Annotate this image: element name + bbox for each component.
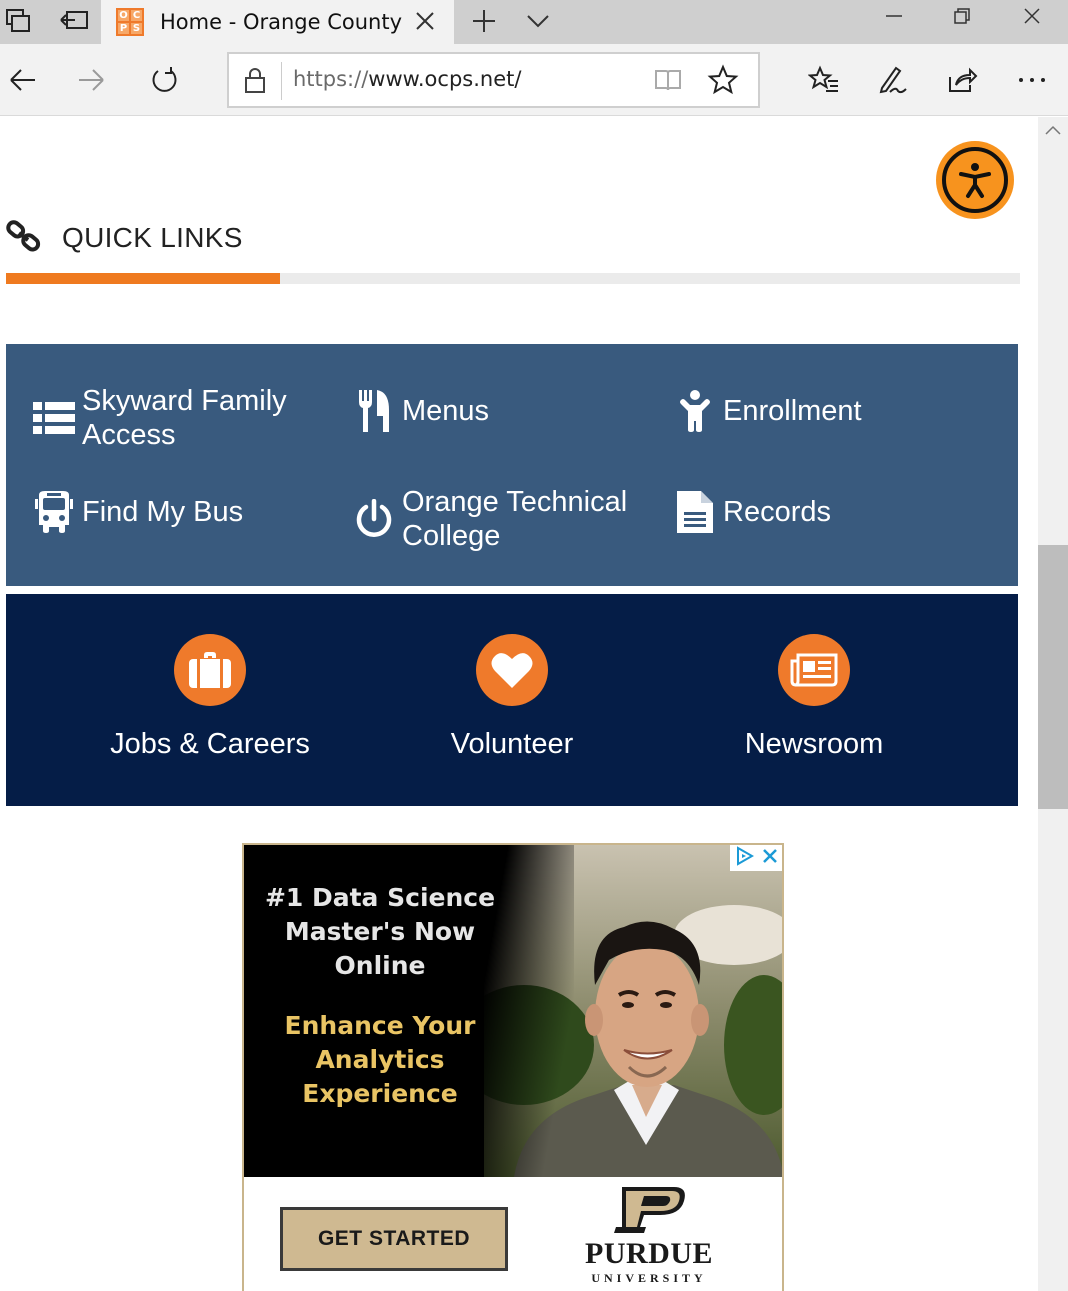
- quick-links-panel: Skyward Family Access Menus Enrollment F…: [6, 344, 1018, 586]
- chain-link-icon: [6, 218, 42, 259]
- close-tab-icon[interactable]: [412, 8, 438, 34]
- reading-view-icon[interactable]: [653, 66, 683, 94]
- quick-links-title: QUICK LINKS: [62, 222, 243, 253]
- promo-jobs-careers[interactable]: Jobs & Careers: [60, 634, 360, 761]
- tab-title: Home - Orange County: [160, 10, 403, 34]
- active-tab[interactable]: OC PS Home - Orange County: [101, 0, 454, 44]
- quick-link-label: Enrollment: [723, 395, 862, 427]
- accessibility-icon: [942, 147, 1008, 213]
- briefcase-icon: [174, 634, 246, 706]
- purdue-wordmark: PURDUE: [585, 1237, 713, 1270]
- purdue-logo: PURDUE UNIVERSITY: [578, 1187, 728, 1285]
- quick-link-menus[interactable]: Menus: [352, 388, 642, 434]
- child-icon: [673, 388, 717, 434]
- favorites-hub-icon[interactable]: [804, 60, 844, 100]
- url-text[interactable]: https://www.ocps.net/: [293, 67, 521, 91]
- promo-panel: Jobs & Careers Volunteer Newsroom: [6, 594, 1018, 806]
- adchoices-play-icon[interactable]: [734, 845, 754, 871]
- favorite-star-icon[interactable]: [707, 64, 739, 96]
- minimize-icon[interactable]: [860, 0, 928, 32]
- tab-preview-chevron-icon[interactable]: [520, 6, 556, 36]
- scroll-up-arrow-icon[interactable]: [1044, 123, 1062, 137]
- more-options-icon[interactable]: [1012, 60, 1052, 100]
- quick-link-label: Find My Bus: [82, 496, 244, 528]
- quick-link-label: Menus: [402, 395, 490, 427]
- web-note-pen-icon[interactable]: [872, 60, 912, 100]
- ad-headline: #1 Data Science Master's Now Online: [264, 883, 496, 980]
- back-arrow-icon[interactable]: [0, 60, 44, 100]
- quick-links-underline: [6, 273, 1020, 284]
- purdue-advertisement[interactable]: #1 Data Science Master's Now Online Enha…: [242, 843, 784, 1291]
- quick-links-progress-fill: [6, 273, 280, 284]
- page-content: QUICK LINKS Skyward Family Access Menus …: [0, 117, 1038, 1291]
- new-tab-icon[interactable]: [466, 6, 502, 36]
- quick-link-skyward[interactable]: Skyward Family Access: [32, 384, 322, 452]
- page-scrollbar[interactable]: [1038, 117, 1068, 1291]
- promo-newsroom[interactable]: Newsroom: [664, 634, 964, 761]
- quick-links-heading: QUICK LINKS: [6, 217, 243, 259]
- bus-icon: [32, 489, 76, 535]
- promo-volunteer[interactable]: Volunteer: [362, 634, 662, 761]
- refresh-icon[interactable]: [142, 60, 186, 100]
- quick-link-orange-technical-college[interactable]: Orange Technical College: [352, 485, 642, 553]
- restore-icon[interactable]: [928, 0, 996, 32]
- list-icon: [32, 395, 76, 441]
- utensils-icon: [352, 388, 396, 434]
- set-tabs-aside-icon[interactable]: [56, 6, 92, 36]
- document-icon: [673, 489, 717, 535]
- ocps-favicon-icon: OC PS: [116, 8, 144, 36]
- promo-label: Jobs & Careers: [110, 728, 310, 760]
- lock-icon[interactable]: [243, 66, 267, 94]
- ad-choices[interactable]: [730, 845, 782, 871]
- address-bar[interactable]: https://www.ocps.net/: [227, 52, 760, 108]
- accessibility-button[interactable]: [936, 141, 1014, 219]
- close-window-icon[interactable]: [998, 0, 1066, 32]
- quick-link-enrollment[interactable]: Enrollment: [673, 388, 963, 434]
- browser-toolbar: https://www.ocps.net/: [0, 44, 1068, 116]
- quick-link-records[interactable]: Records: [673, 489, 963, 535]
- tab-manager-icon[interactable]: [0, 6, 36, 36]
- power-icon: [352, 496, 396, 542]
- get-started-button[interactable]: GET STARTED: [280, 1207, 508, 1271]
- promo-label: Newsroom: [744, 728, 884, 760]
- newspaper-icon: [778, 634, 850, 706]
- browser-tab-bar: OC PS Home - Orange County: [0, 0, 1068, 44]
- quick-link-label: Records: [723, 496, 831, 528]
- purdue-p-icon: [614, 1187, 685, 1233]
- purdue-university-text: UNIVERSITY: [591, 1271, 707, 1285]
- share-icon[interactable]: [942, 60, 982, 100]
- quick-link-label: Orange Technical College: [402, 486, 628, 552]
- heart-icon: [476, 634, 548, 706]
- quick-link-find-my-bus[interactable]: Find My Bus: [32, 489, 322, 535]
- quick-link-label: Skyward Family Access: [82, 385, 287, 451]
- ad-subhead: Enhance Your Analytics Experience: [284, 1011, 476, 1108]
- scrollbar-thumb[interactable]: [1038, 545, 1068, 809]
- promo-label: Volunteer: [450, 728, 574, 760]
- ad-footer: GET STARTED PURDUE UNIVERSITY: [244, 1177, 782, 1291]
- forward-arrow-icon[interactable]: [70, 60, 114, 100]
- ad-close-icon[interactable]: [761, 847, 779, 870]
